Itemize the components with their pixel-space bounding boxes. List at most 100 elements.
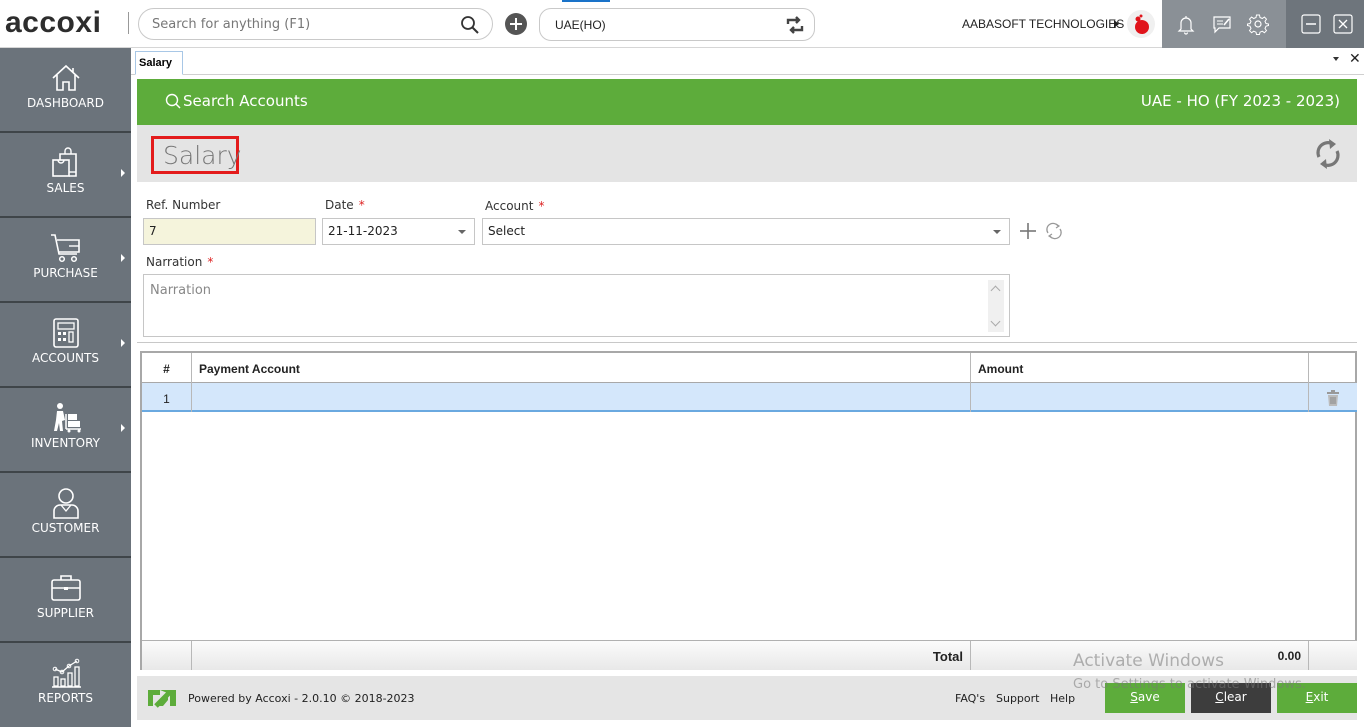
feedback-icon[interactable]: [1211, 13, 1233, 35]
amount-cell[interactable]: [971, 383, 1308, 412]
account-select[interactable]: Select: [482, 218, 1010, 245]
clear-label: lear: [1223, 690, 1247, 704]
shopping-bags-icon: [52, 147, 77, 177]
total-value: 0.00: [1277, 649, 1301, 663]
sidebar-item-purchase[interactable]: PURCHASE: [0, 218, 131, 303]
accoxi-logo-icon: [148, 690, 176, 708]
sidebar-item-accounts[interactable]: ACCOUNTS: [0, 303, 131, 388]
scroll-down-icon[interactable]: [990, 316, 1001, 327]
date-picker[interactable]: 21-11-2023: [322, 218, 475, 245]
dropdown-caret-icon[interactable]: [458, 230, 466, 234]
search-accounts-button[interactable]: Search Accounts: [165, 92, 308, 110]
column-header-payment-account[interactable]: Payment Account: [199, 353, 300, 385]
column-divider: [970, 353, 971, 412]
sidebar-item-label: SALES: [46, 181, 85, 195]
sidebar-item-sales[interactable]: SALES: [0, 133, 131, 218]
page-title: Salary: [163, 141, 242, 170]
search-icon[interactable]: [460, 15, 480, 35]
window-controls: [1286, 0, 1364, 48]
branch-value: UAE(HO): [555, 18, 606, 32]
exit-button[interactable]: Exit: [1277, 683, 1357, 713]
narration-placeholder: Narration: [150, 283, 212, 298]
column-divider: [1308, 353, 1309, 412]
settings-gear-icon[interactable]: [1247, 13, 1269, 35]
total-label: Total: [932, 649, 963, 664]
sidebar-item-label: PURCHASE: [33, 266, 98, 280]
sidebar-item-supplier[interactable]: SUPPLIER: [0, 558, 131, 643]
delete-row-icon[interactable]: [1326, 390, 1340, 406]
chart-icon: [52, 658, 81, 688]
branch-selector[interactable]: UAE(HO): [539, 8, 815, 41]
scroll-up-icon[interactable]: [990, 285, 1001, 296]
user-avatar[interactable]: [1127, 10, 1155, 38]
search-icon: [165, 93, 181, 109]
module-header: Search Accounts UAE - HO (FY 2023 - 2023…: [137, 79, 1357, 125]
column-divider: [191, 641, 192, 670]
search-placeholder: Search for anything (F1): [152, 17, 311, 32]
date-value: 21-11-2023: [328, 224, 398, 238]
grid-total-row: Total 0.00: [142, 640, 1357, 670]
tab-list-dropdown-icon[interactable]: [1333, 57, 1339, 61]
sidebar-item-label: CUSTOMER: [31, 521, 100, 535]
account-value: Select: [488, 224, 526, 238]
submenu-arrow-icon: [121, 254, 125, 262]
dropdown-caret-icon[interactable]: [993, 230, 1001, 234]
submenu-arrow-icon: [121, 339, 125, 347]
add-account-icon[interactable]: [1019, 222, 1037, 240]
sidebar-item-inventory[interactable]: INVENTORY: [0, 388, 131, 473]
textarea-scrollbar[interactable]: [988, 280, 1004, 332]
page-title-highlight: Salary: [151, 136, 242, 174]
row-index: 1: [163, 392, 170, 406]
clear-button[interactable]: Clear: [1191, 683, 1271, 713]
table-row[interactable]: 1: [142, 383, 1357, 412]
tab-strip: Salary ✕: [131, 48, 1364, 75]
app-logo[interactable]: accoxi: [5, 6, 101, 40]
help-link[interactable]: Help: [1050, 692, 1075, 705]
required-mark: *: [207, 255, 214, 269]
loading-indicator: [562, 0, 610, 2]
home-icon: [52, 64, 80, 91]
company-name[interactable]: AABASOFT TECHNOLOGIES: [962, 17, 1124, 31]
ref-number-label: Ref. Number: [146, 198, 221, 212]
narration-textarea[interactable]: Narration: [143, 274, 1010, 337]
tab-salary[interactable]: Salary: [135, 51, 184, 75]
column-divider: [970, 641, 971, 670]
logo-divider: [128, 12, 129, 34]
caret-right-icon[interactable]: [1114, 20, 1119, 28]
exit-label: xit: [1313, 690, 1329, 704]
global-search-input[interactable]: Search for anything (F1): [138, 8, 493, 40]
required-mark: *: [358, 198, 365, 212]
faqs-link[interactable]: FAQ's: [955, 692, 985, 705]
powered-by-text: Powered by Accoxi - 2.0.10 © 2018-2023: [188, 692, 415, 705]
add-new-button[interactable]: [505, 13, 527, 35]
save-button[interactable]: Save: [1105, 683, 1185, 713]
sidebar-item-label: SUPPLIER: [36, 606, 95, 620]
payment-grid: # Payment Account Amount 1 Total 0.00: [140, 351, 1357, 670]
close-tab-icon[interactable]: ✕: [1349, 51, 1361, 67]
column-divider: [1308, 641, 1309, 670]
date-label-text: Date: [325, 198, 354, 212]
minimize-icon[interactable]: [1300, 13, 1322, 35]
briefcase-icon: [51, 575, 81, 601]
required-mark: *: [538, 199, 545, 213]
sidebar-item-customer[interactable]: CUSTOMER: [0, 473, 131, 558]
column-header-amount[interactable]: Amount: [978, 353, 1023, 385]
sidebar-item-dashboard[interactable]: DASHBOARD: [0, 48, 131, 133]
switch-branch-icon[interactable]: [784, 15, 806, 35]
user-icon: [53, 488, 79, 519]
notification-strip: [1162, 0, 1286, 48]
sidebar-item-reports[interactable]: REPORTS: [0, 643, 131, 727]
narration-label-text: Narration: [146, 255, 203, 269]
payment-account-cell[interactable]: [192, 383, 970, 412]
date-label: Date *: [325, 198, 365, 212]
narration-label: Narration *: [146, 255, 213, 269]
refresh-icon[interactable]: [1313, 137, 1343, 171]
support-link[interactable]: Support: [996, 692, 1039, 705]
bell-icon[interactable]: [1175, 13, 1197, 35]
column-header-index: #: [163, 362, 170, 376]
ref-number-input[interactable]: 7: [143, 218, 316, 245]
close-icon[interactable]: [1332, 13, 1354, 35]
account-label: Account *: [485, 199, 544, 213]
account-label-text: Account: [485, 199, 534, 213]
reload-accounts-icon[interactable]: [1045, 222, 1063, 240]
